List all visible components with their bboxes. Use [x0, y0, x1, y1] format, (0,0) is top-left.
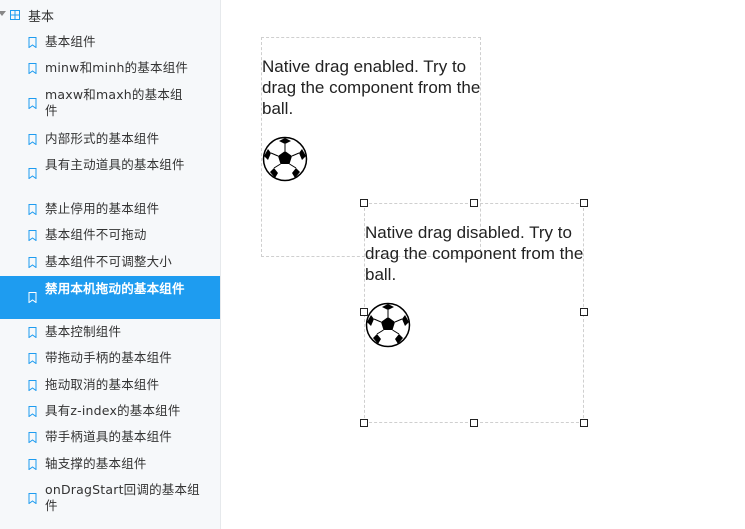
- resize-handle-top-right[interactable]: [580, 199, 588, 207]
- sidebar-item-label: 基本组件: [45, 34, 96, 49]
- bookmark-icon: [28, 432, 37, 443]
- sidebar-item-active-props[interactable]: 具有主动道具的基本组件: [0, 156, 220, 190]
- sidebar-item-label: minw和minh的基本组件: [45, 60, 189, 75]
- sidebar-item-disabled[interactable]: 禁止停用的基本组件: [0, 199, 220, 219]
- sidebar-item-inner-form[interactable]: 内部形式的基本组件: [0, 129, 220, 149]
- sidebar-item-maxw-maxh[interactable]: maxw和maxh的基本组件: [0, 86, 220, 120]
- resize-handle-right[interactable]: [580, 308, 588, 316]
- sidebar-item-native-drag-disabled[interactable]: 禁用本机拖动的基本组件: [0, 276, 220, 319]
- sidebar-item-label: 内部形式的基本组件: [45, 131, 160, 146]
- sidebar-item-label: 具有主动道具的基本组件: [45, 157, 185, 172]
- bookmark-icon: [28, 257, 37, 268]
- sidebar-item-label: 轴支撑的基本组件: [45, 456, 147, 471]
- sidebar-item-drag-cancel[interactable]: 拖动取消的基本组件: [0, 375, 220, 395]
- resize-handle-bottom-right[interactable]: [580, 419, 588, 427]
- soccer-ball-icon[interactable]: [365, 302, 411, 348]
- bookmark-icon: [28, 168, 37, 179]
- sidebar-item-label: 基本组件不可调整大小: [45, 254, 173, 269]
- sidebar-item-label: 禁止停用的基本组件: [45, 201, 160, 216]
- sidebar-item-label: maxw和maxh的基本组件: [45, 87, 183, 118]
- sidebar-item-label: 基本组件不可拖动: [45, 227, 147, 242]
- demo-canvas: Native drag enabled. Try to drag the com…: [222, 0, 745, 529]
- bookmark-icon: [28, 353, 37, 364]
- sidebar-item-drag-handle[interactable]: 带拖动手柄的基本组件: [0, 348, 220, 368]
- bookmark-icon: [28, 98, 37, 109]
- tree-root-label: 基本: [28, 10, 55, 25]
- sidebar: 基本 基本组件 minw和minh的基本组件 maxw和maxh的基本组件 内部…: [0, 0, 221, 529]
- resize-handle-bottom[interactable]: [470, 419, 478, 427]
- resize-handle-top[interactable]: [470, 199, 478, 207]
- sidebar-item-handle-props[interactable]: 带手柄道具的基本组件: [0, 427, 220, 447]
- bookmark-icon: [28, 63, 37, 74]
- sidebar-item-z-index[interactable]: 具有z-index的基本组件: [0, 401, 220, 421]
- bookmark-icon: [28, 37, 37, 48]
- bookmark-icon: [28, 459, 37, 470]
- sidebar-item-controlled[interactable]: 基本控制组件: [0, 322, 220, 342]
- sidebar-item-not-draggable[interactable]: 基本组件不可拖动: [0, 225, 220, 245]
- bookmark-icon: [28, 327, 37, 338]
- bookmark-icon: [28, 292, 37, 303]
- bookmark-icon: [28, 406, 37, 417]
- grid-icon: [10, 10, 20, 20]
- resize-handle-bottom-left[interactable]: [360, 419, 368, 427]
- sidebar-item-label: onDragStart回调的基本组件: [45, 482, 200, 513]
- sidebar-item-label: 禁用本机拖动的基本组件: [45, 281, 185, 296]
- sidebar-item-axis[interactable]: 轴支撑的基本组件: [0, 454, 220, 474]
- sidebar-item-on-drag-start[interactable]: onDragStart回调的基本组件: [0, 481, 220, 515]
- sidebar-item-label: 拖动取消的基本组件: [45, 377, 160, 392]
- bookmark-icon: [28, 134, 37, 145]
- bookmark-icon: [28, 493, 37, 504]
- draggable-box-native-disabled[interactable]: Native drag disabled. Try to drag the co…: [360, 199, 588, 427]
- bookmark-icon: [28, 380, 37, 391]
- resize-handle-top-left[interactable]: [360, 199, 368, 207]
- sidebar-item-label: 具有z-index的基本组件: [45, 403, 181, 418]
- tree-root-basic[interactable]: 基本: [0, 4, 220, 26]
- resize-handle-left[interactable]: [360, 308, 368, 316]
- box-text: Native drag enabled. Try to drag the com…: [262, 57, 481, 118]
- box-text: Native drag disabled. Try to drag the co…: [365, 223, 584, 284]
- sidebar-item-label: 基本控制组件: [45, 324, 122, 339]
- sidebar-item-label: 带手柄道具的基本组件: [45, 429, 173, 444]
- caret-down-icon[interactable]: [0, 11, 6, 16]
- sidebar-item-minw-minh[interactable]: minw和minh的基本组件: [0, 58, 220, 78]
- bookmark-icon: [28, 204, 37, 215]
- sidebar-item-basic[interactable]: 基本组件: [0, 32, 220, 52]
- sidebar-item-not-resizable[interactable]: 基本组件不可调整大小: [0, 252, 220, 272]
- bookmark-icon: [28, 230, 37, 241]
- sidebar-item-label: 带拖动手柄的基本组件: [45, 350, 173, 365]
- soccer-ball-icon[interactable]: [262, 136, 308, 182]
